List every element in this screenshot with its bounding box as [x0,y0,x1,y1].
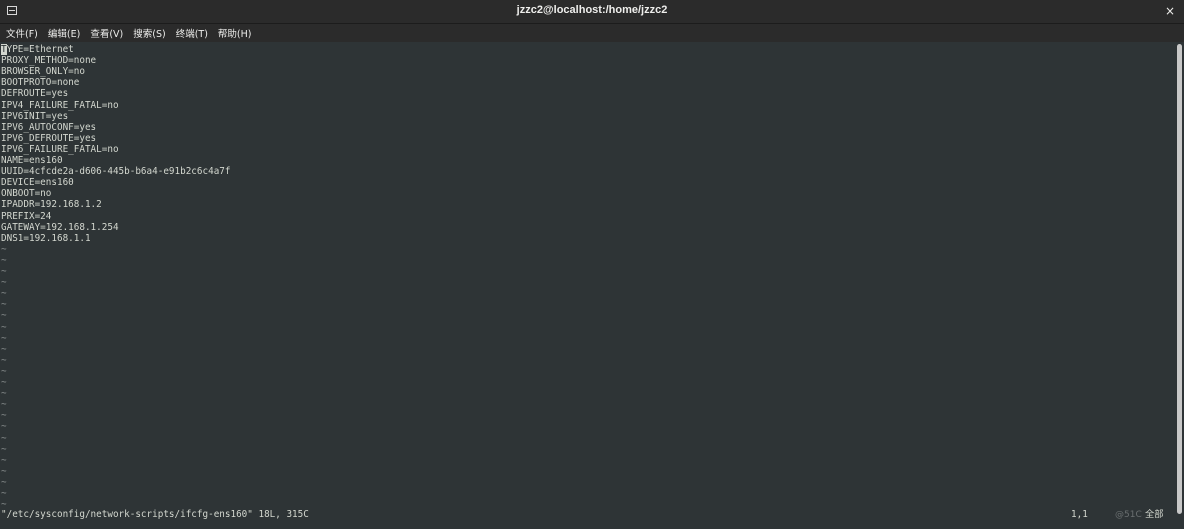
menu-search[interactable]: 搜索(S) [133,26,165,40]
watermark: @51C [1115,510,1142,520]
menu-edit[interactable]: 编辑(E) [48,26,80,40]
empty-line-tilde: ~ [1,421,7,433]
empty-line-tilde: ~ [1,343,7,355]
menu-bar: 文件(F) 编辑(E) 查看(V) 搜索(S) 终端(T) 帮助(H) [0,24,1184,42]
file-line: IPV6_AUTOCONF=yes [1,121,97,133]
menu-help[interactable]: 帮助(H) [218,26,252,40]
file-line: PREFIX=24 [1,210,52,222]
menu-view[interactable]: 查看(V) [90,26,123,40]
empty-line-tilde: ~ [1,377,7,388]
empty-line-tilde: ~ [1,254,7,266]
empty-line-tilde: ~ [1,288,7,300]
title-bar: jzzc2@localhost:/home/jzzc2 × [0,0,1184,24]
empty-line-tilde: ~ [1,299,7,311]
status-scroll-position: 全部 [1145,509,1164,520]
empty-line-tilde: ~ [1,332,7,344]
menu-terminal[interactable]: 终端(T) [176,26,208,40]
empty-line-tilde: ~ [1,499,7,508]
empty-line-tilde: ~ [1,410,7,422]
close-button[interactable]: × [1162,3,1178,19]
file-line-text: YPE=Ethernet [6,44,74,55]
empty-line-tilde: ~ [1,399,7,411]
scrollbar-thumb[interactable] [1177,44,1182,514]
file-line: IPADDR=192.168.1.2 [1,199,102,211]
file-line: NAME=ens160 [1,155,63,166]
window-title: jzzc2@localhost:/home/jzzc2 [516,4,668,16]
empty-line-tilde: ~ [1,266,7,277]
empty-line-tilde: ~ [1,432,7,444]
file-line: BROWSER_ONLY=no [1,66,85,78]
vim-editor-area[interactable]: TYPE=Ethernet PROXY_METHOD=none BROWSER_O… [0,42,1176,508]
file-line: PROXY_METHOD=none [1,55,97,67]
file-line: UUID=4cfcde2a-d606-445b-b6a4-e91b2c6c4a7… [1,166,231,178]
file-line: DEFROUTE=yes [1,88,69,100]
menu-file[interactable]: 文件(F) [6,26,38,40]
empty-line-tilde: ~ [1,243,7,255]
file-line: TYPE=Ethernet [1,44,74,55]
vim-status-line: "/etc/sysconfig/network-scripts/ifcfg-en… [0,508,1184,522]
empty-line-tilde: ~ [1,277,7,289]
scrollbar[interactable] [1177,44,1182,514]
file-line: IPV4_FAILURE_FATAL=no [1,99,119,111]
file-line: GATEWAY=192.168.1.254 [1,221,119,233]
status-cursor-position: 1,1 [1071,509,1088,520]
empty-line-tilde: ~ [1,465,7,477]
file-line: DNS1=192.168.1.1 [1,232,91,244]
empty-line-tilde: ~ [1,388,7,400]
file-line: IPV6INIT=yes [1,110,69,122]
empty-line-tilde: ~ [1,454,7,466]
empty-line-tilde: ~ [1,365,7,377]
empty-line-tilde: ~ [1,488,7,499]
file-line: IPV6_DEFROUTE=yes [1,132,97,144]
empty-line-tilde: ~ [1,443,7,455]
file-line: ONBOOT=no [1,188,52,200]
empty-line-tilde: ~ [1,476,7,488]
empty-line-tilde: ~ [1,310,7,322]
file-line: BOOTPROTO=none [1,77,80,89]
empty-line-tilde: ~ [1,354,7,366]
terminal-window: jzzc2@localhost:/home/jzzc2 × 文件(F) 编辑(E… [0,0,1184,529]
file-line: DEVICE=ens160 [1,177,74,189]
file-line: IPV6_FAILURE_FATAL=no [1,143,119,155]
empty-line-tilde: ~ [1,321,7,333]
status-file-info: "/etc/sysconfig/network-scripts/ifcfg-en… [1,509,309,520]
